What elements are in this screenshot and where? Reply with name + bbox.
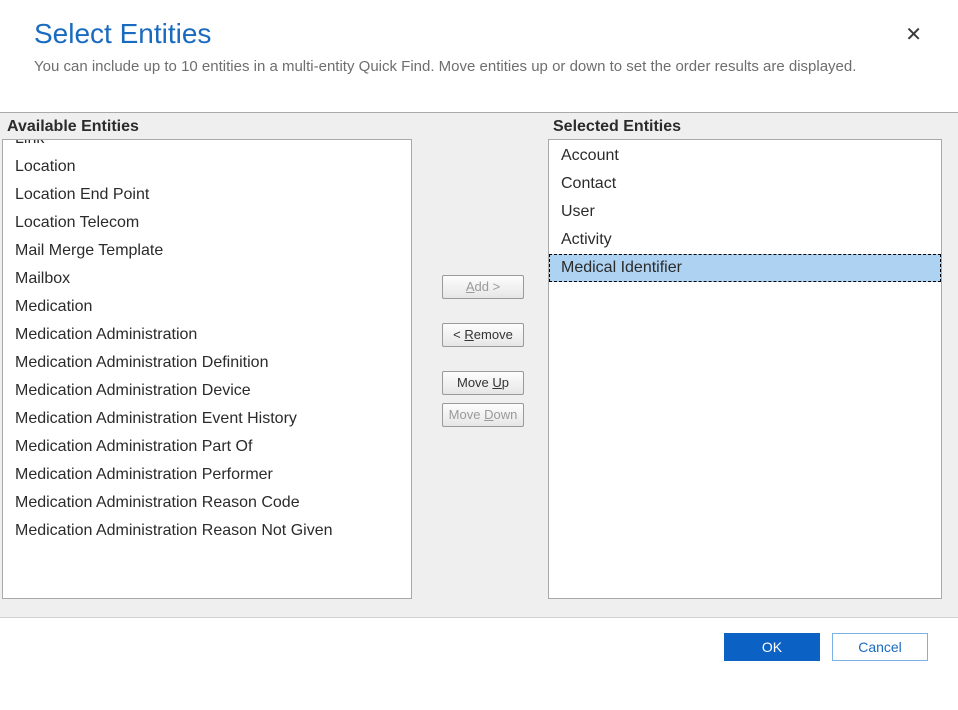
- available-label: Available Entities: [2, 113, 418, 139]
- list-item[interactable]: Location Telecom: [3, 209, 411, 237]
- transfer-buttons: Add > < Remove Move Up Move Down: [418, 113, 548, 451]
- list-item[interactable]: Link: [3, 139, 411, 153]
- list-item[interactable]: Medication Administration: [3, 321, 411, 349]
- selected-label: Selected Entities: [548, 113, 954, 139]
- list-item[interactable]: Medication Administration Reason Not Giv…: [3, 517, 411, 545]
- dialog-footer: OK Cancel: [0, 618, 958, 676]
- add-button[interactable]: Add >: [442, 275, 524, 299]
- available-entities-listbox[interactable]: LinkLocationLocation End PointLocation T…: [2, 139, 412, 599]
- move-up-button[interactable]: Move Up: [442, 371, 524, 395]
- list-item[interactable]: Activity: [549, 226, 941, 254]
- selected-column: Selected Entities AccountContactUserActi…: [548, 113, 954, 599]
- select-entities-dialog: Select Entities You can include up to 10…: [0, 0, 958, 710]
- ok-button[interactable]: OK: [724, 633, 820, 661]
- list-item[interactable]: Medication Administration Definition: [3, 349, 411, 377]
- list-item[interactable]: Medication Administration Device: [3, 377, 411, 405]
- list-item[interactable]: Contact: [549, 170, 941, 198]
- list-item[interactable]: Medication Administration Performer: [3, 461, 411, 489]
- list-item[interactable]: Location: [3, 153, 411, 181]
- dialog-header: Select Entities You can include up to 10…: [0, 0, 958, 88]
- list-item[interactable]: Medication: [3, 293, 411, 321]
- available-column: Available Entities LinkLocationLocation …: [0, 113, 418, 599]
- list-item[interactable]: Medication Administration Part Of: [3, 433, 411, 461]
- list-item[interactable]: Medication Administration Reason Code: [3, 489, 411, 517]
- cancel-button[interactable]: Cancel: [832, 633, 928, 661]
- list-item[interactable]: Mailbox: [3, 265, 411, 293]
- selected-entities-listbox[interactable]: AccountContactUserActivityMedical Identi…: [548, 139, 942, 599]
- remove-button[interactable]: < Remove: [442, 323, 524, 347]
- list-item[interactable]: User: [549, 198, 941, 226]
- list-item[interactable]: Medical Identifier: [549, 254, 941, 282]
- close-button[interactable]: ✕: [899, 24, 928, 46]
- dialog-body: Available Entities LinkLocationLocation …: [0, 112, 958, 618]
- list-item[interactable]: Mail Merge Template: [3, 237, 411, 265]
- dialog-subtitle: You can include up to 10 entities in a m…: [34, 56, 924, 78]
- move-down-button[interactable]: Move Down: [442, 403, 524, 427]
- list-item[interactable]: Medication Administration Event History: [3, 405, 411, 433]
- list-item[interactable]: Location End Point: [3, 181, 411, 209]
- list-item[interactable]: Account: [549, 142, 941, 170]
- dialog-title: Select Entities: [34, 18, 924, 50]
- close-icon: ✕: [905, 24, 922, 46]
